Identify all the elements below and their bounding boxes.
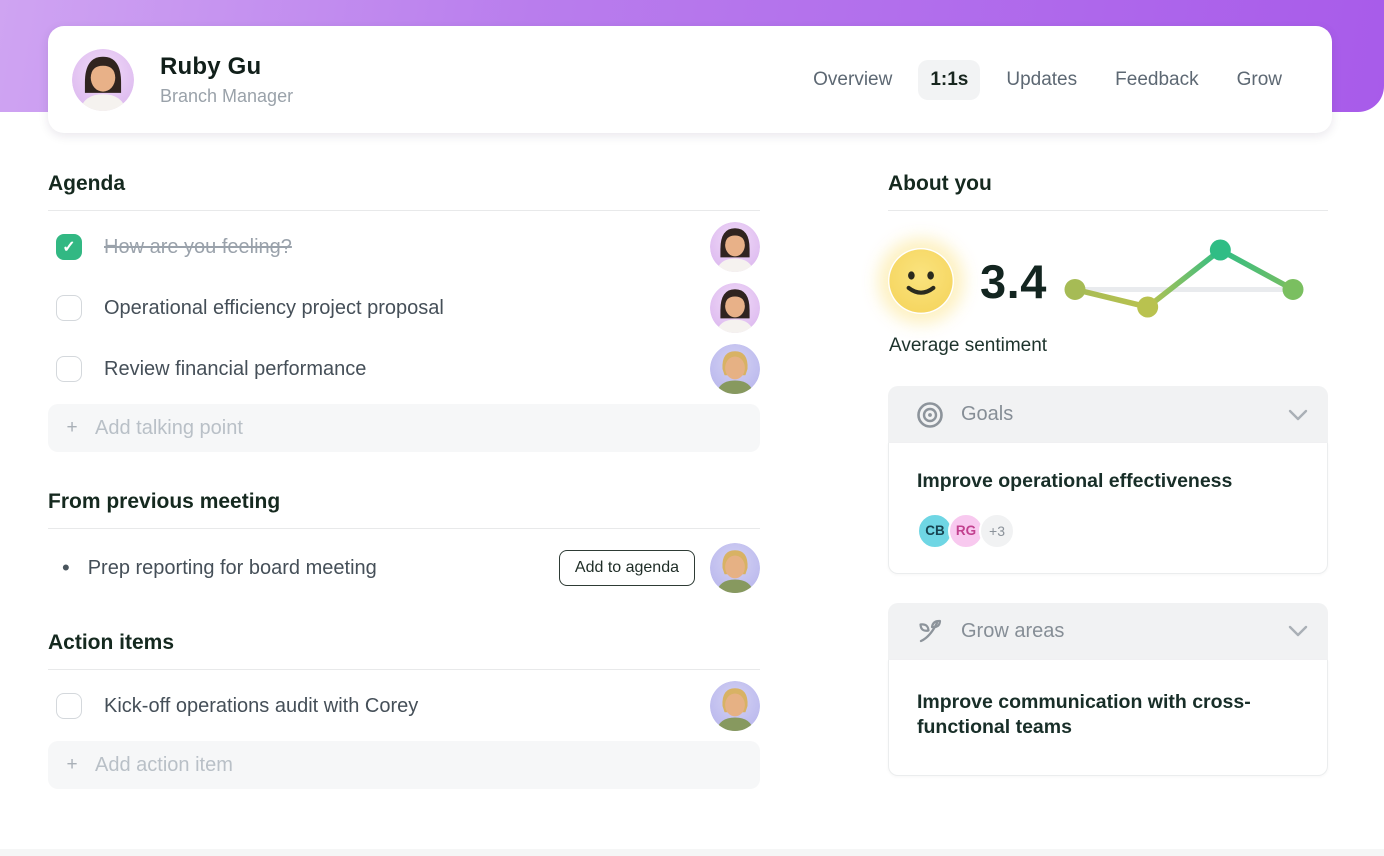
profile-identity: Ruby Gu Branch Manager xyxy=(72,49,293,111)
action-items-section-title: Action items xyxy=(48,631,760,655)
ruby-avatar xyxy=(710,283,760,333)
goals-panel-title: Goals xyxy=(961,403,1013,426)
divider xyxy=(888,210,1328,211)
grow-areas-panel: Grow areas Improve communication with cr… xyxy=(888,603,1328,776)
sprout-icon xyxy=(916,617,944,645)
agenda-item-label: How are you feeling? xyxy=(104,236,710,259)
goal-participants: CB RG +3 xyxy=(917,513,1299,549)
goals-panel-header[interactable]: Goals xyxy=(888,386,1328,443)
tab-overview[interactable]: Overview xyxy=(801,60,904,100)
tab-1-1s[interactable]: 1:1s xyxy=(918,60,980,100)
agenda-item-checkbox-checked[interactable]: ✓ xyxy=(56,234,82,260)
participant-chip-more: +3 xyxy=(979,513,1015,549)
agenda-item-checkbox[interactable] xyxy=(56,295,82,321)
next-section-edge xyxy=(0,849,1384,856)
goals-panel: Goals Improve operational effectiveness … xyxy=(888,386,1328,574)
action-item-checkbox[interactable] xyxy=(56,693,82,719)
add-talking-point-placeholder: Add talking point xyxy=(95,417,243,440)
grow-areas-panel-title: Grow areas xyxy=(961,620,1064,643)
plus-icon: + xyxy=(63,417,81,439)
previous-meeting-section-title: From previous meeting xyxy=(48,490,760,514)
smiley-face-icon xyxy=(888,248,954,314)
profile-text: Ruby Gu Branch Manager xyxy=(160,53,293,107)
action-item-row: Kick-off operations audit with Corey xyxy=(48,681,760,731)
agenda-item-label: Operational efficiency project proposal xyxy=(104,297,710,320)
agenda-item-row: ✓ How are you feeling? xyxy=(48,222,760,272)
about-you-column: About you 3.4 Average sentiment xyxy=(888,172,1328,776)
sentiment-summary: 3.4 xyxy=(888,233,1328,329)
profile-name: Ruby Gu xyxy=(160,53,293,81)
tab-feedback[interactable]: Feedback xyxy=(1103,60,1210,100)
add-action-item-placeholder: Add action item xyxy=(95,754,233,777)
corey-avatar xyxy=(710,344,760,394)
add-to-agenda-button[interactable]: Add to agenda xyxy=(559,550,695,586)
agenda-item-row: Operational efficiency project proposal xyxy=(48,283,760,333)
goal-title: Improve operational effectiveness xyxy=(917,469,1299,495)
agenda-section-title: Agenda xyxy=(48,172,760,196)
tab-updates[interactable]: Updates xyxy=(994,60,1089,100)
ruby-avatar xyxy=(72,49,134,111)
agenda-item-label: Review financial performance xyxy=(104,358,710,381)
previous-item-label: Prep reporting for board meeting xyxy=(88,557,377,580)
plus-icon: + xyxy=(63,754,81,776)
corey-avatar xyxy=(710,543,760,593)
action-item-label: Kick-off operations audit with Corey xyxy=(104,695,710,718)
grow-area-title: Improve communication with cross-functio… xyxy=(917,690,1299,741)
tab-grow[interactable]: Grow xyxy=(1225,60,1294,100)
target-icon xyxy=(916,401,944,429)
agenda-item-row: Review financial performance xyxy=(48,344,760,394)
about-you-section-title: About you xyxy=(888,172,1328,196)
grow-areas-panel-header[interactable]: Grow areas xyxy=(888,603,1328,660)
one-on-one-page: Ruby Gu Branch Manager Overview 1:1s Upd… xyxy=(0,0,1384,856)
sentiment-score: 3.4 xyxy=(980,254,1047,309)
agenda-item-checkbox[interactable] xyxy=(56,356,82,382)
grow-area-card[interactable]: Improve communication with cross-functio… xyxy=(888,660,1328,776)
goal-card[interactable]: Improve operational effectiveness CB RG … xyxy=(888,443,1328,574)
ruby-avatar xyxy=(710,222,760,272)
previous-meeting-item-row: • Prep reporting for board meeting Add t… xyxy=(48,543,760,593)
sentiment-sparkline xyxy=(1061,237,1328,326)
divider xyxy=(48,669,760,670)
profile-role: Branch Manager xyxy=(160,86,293,107)
header-tabs: Overview 1:1s Updates Feedback Grow xyxy=(801,60,1294,100)
sentiment-label: Average sentiment xyxy=(889,335,1328,357)
meeting-column: Agenda ✓ How are you feeling? Operationa… xyxy=(48,172,760,789)
divider xyxy=(48,210,760,211)
chevron-down-icon[interactable] xyxy=(1288,625,1308,637)
divider xyxy=(48,528,760,529)
chevron-down-icon[interactable] xyxy=(1288,409,1308,421)
profile-header-card: Ruby Gu Branch Manager Overview 1:1s Upd… xyxy=(48,26,1332,133)
corey-avatar xyxy=(710,681,760,731)
add-talking-point-input[interactable]: + Add talking point xyxy=(48,404,760,452)
add-action-item-input[interactable]: + Add action item xyxy=(48,741,760,789)
bullet-icon: • xyxy=(62,555,70,581)
